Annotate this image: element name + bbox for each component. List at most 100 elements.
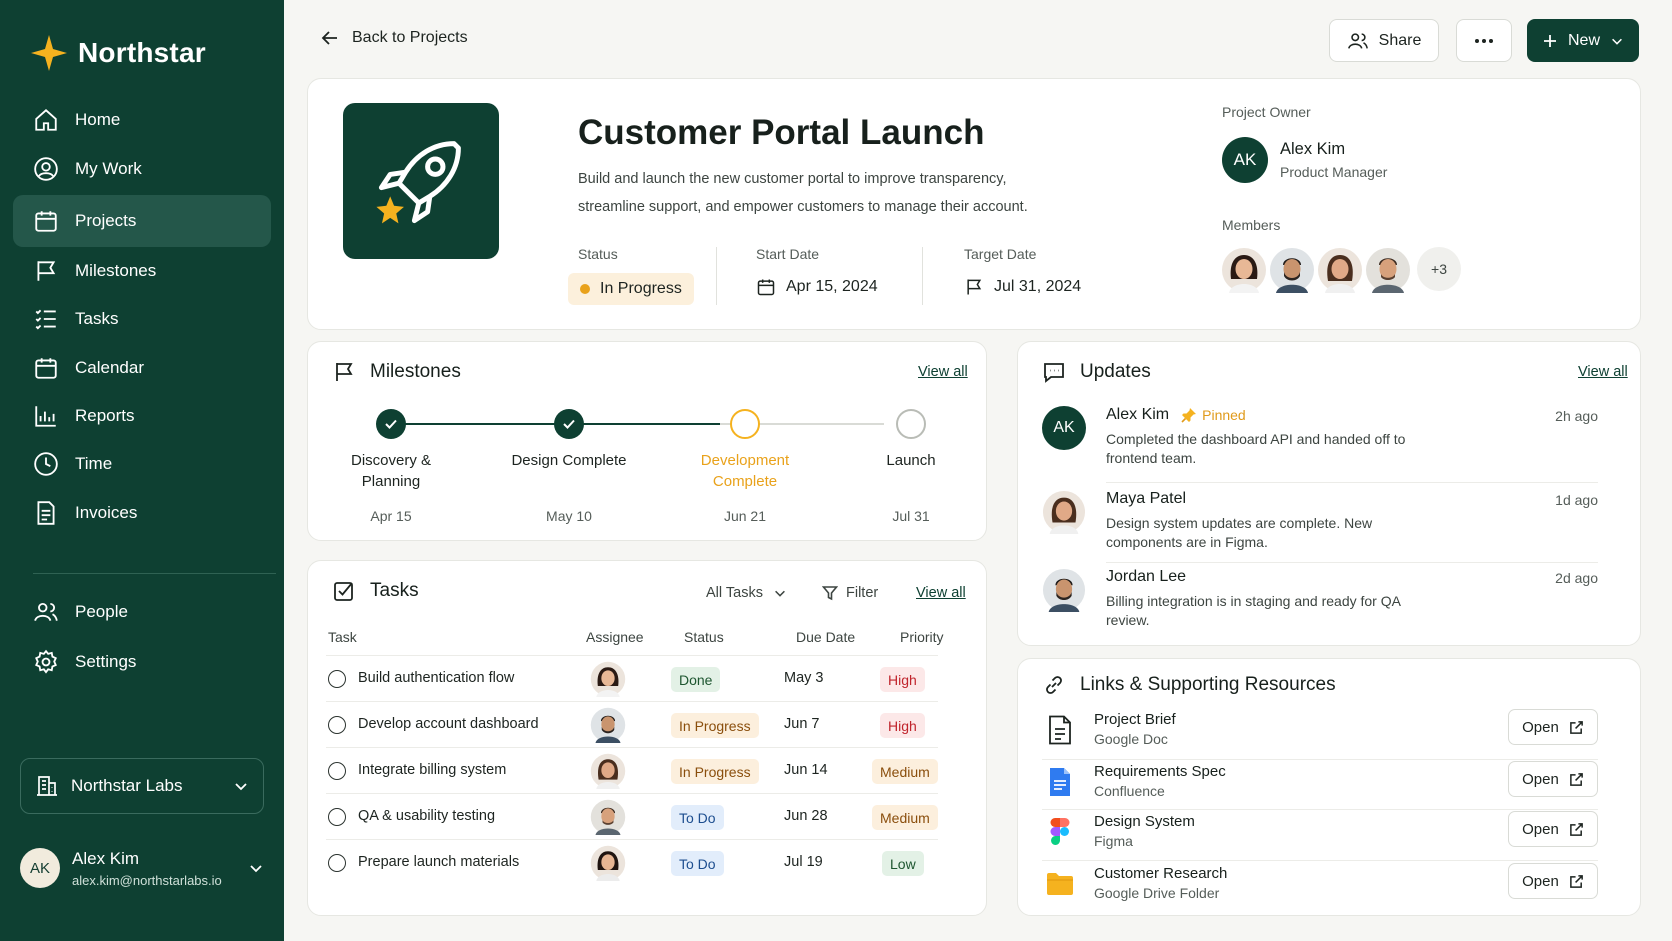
member-avatar[interactable] [1365,247,1411,293]
brand[interactable]: Northstar [30,34,206,72]
sidebar-item-label: Projects [75,211,137,230]
update-text: Completed the dashboard API and handed o… [1106,431,1406,466]
link-icon [1046,676,1062,694]
author-name: Jordan Lee [1106,568,1187,585]
resource-source: Google Doc [1094,731,1168,747]
new-button[interactable]: New [1527,19,1639,62]
resource-item[interactable]: Customer Research Google Drive Folder Op… [1042,861,1598,909]
share-button[interactable]: Share [1329,19,1439,62]
update-text: Design system updates are complete. New … [1106,515,1373,550]
update-item[interactable]: AK Alex Kim Pinned Completed the dashboa… [1042,406,1598,476]
sidebar-item-settings[interactable]: Settings [13,636,271,688]
status-badge: To Do [671,805,724,830]
milestones-title: Milestones [370,361,461,382]
sidebar-item-my-work[interactable]: My Work [13,143,271,195]
more-horizontal-icon [1475,38,1493,43]
invoice-icon [37,501,55,525]
sidebar-item-label: Tasks [75,309,119,328]
sidebar-item-label: Milestones [75,261,157,280]
arrow-left-icon [321,31,337,45]
task-name: Build authentication flow [358,670,515,686]
sidebar-item-label: Time [75,454,113,473]
task-filter-select[interactable]: All Tasks [706,585,787,601]
flag-icon [37,261,56,281]
due-date: Jul 19 [784,854,823,870]
open-resource-button[interactable]: Open [1508,709,1598,745]
milestones-card: Milestones View all Discovery & Planning… [307,341,987,541]
resource-name: Customer Research [1094,865,1228,882]
resource-name: Design System [1094,813,1195,830]
sidebar-item-time[interactable]: Time [13,438,271,490]
update-time: 2h ago [1555,408,1598,424]
task-name: QA & usability testing [358,808,496,824]
more-options-button[interactable] [1456,19,1512,62]
assignee-avatar [590,707,626,743]
sidebar-item-home[interactable]: Home [13,94,271,146]
sidebar: Northstar Home My Work Projects Mileston… [0,0,284,941]
table-row[interactable]: Develop account dashboard In Progress Ju… [326,701,938,747]
clock-icon [34,452,58,476]
task-filter-value: All Tasks [706,585,763,601]
milestones-view-all-link[interactable]: View all [918,364,968,380]
user-menu[interactable]: AK Alex Kim alex.kim@northstarlabs.io [20,838,264,898]
document-icon [1044,713,1076,747]
milestone-node-done[interactable] [376,409,406,439]
milestone-node-current[interactable] [730,409,760,439]
sidebar-item-tasks[interactable]: Tasks [13,293,271,345]
pinned-badge: Pinned [1181,407,1246,423]
column-header-assignee: Assignee [586,629,644,645]
member-avatar[interactable] [1269,247,1315,293]
milestone-node-upcoming[interactable] [896,409,926,439]
milestone-node-done[interactable] [554,409,584,439]
external-link-icon [1569,720,1583,734]
update-item[interactable]: Jordan Lee Billing integration is in sta… [1042,568,1598,638]
sidebar-item-projects[interactable]: Projects [13,195,271,247]
avatar: AK [20,848,60,888]
divider [922,247,923,305]
member-avatar[interactable] [1221,247,1267,293]
task-name: Prepare launch materials [358,854,520,870]
author-name: Alex Kim [1106,406,1170,423]
task-complete-checkbox[interactable] [328,808,346,826]
resource-item[interactable]: Design System Figma Open [1042,809,1598,857]
table-row[interactable]: Build authentication flow Done May 3 Hig… [326,655,938,701]
sidebar-item-invoices[interactable]: Invoices [13,487,271,539]
org-name: Northstar Labs [71,776,183,795]
filter-button[interactable]: Filter [822,585,878,601]
table-row[interactable]: QA & usability testing To Do Jun 28 Medi… [326,793,938,839]
open-resource-button[interactable]: Open [1508,863,1598,899]
members-more-count[interactable]: +3 [1417,247,1461,291]
column-header-task: Task [328,629,357,645]
column-header-status: Status [684,629,724,645]
member-avatar[interactable] [1317,247,1363,293]
tasks-view-all-link[interactable]: View all [916,585,966,601]
resource-item[interactable]: Project Brief Google Doc Open [1042,707,1598,755]
org-switcher[interactable]: Northstar Labs [20,758,264,814]
update-item[interactable]: Maya Patel Design system updates are com… [1042,490,1598,560]
milestone-date: Jun 21 [723,508,767,524]
gear-icon [35,649,57,674]
sidebar-item-reports[interactable]: Reports [13,390,271,442]
resource-item[interactable]: Requirements Spec Confluence Open [1042,759,1598,807]
sidebar-item-milestones[interactable]: Milestones [13,245,271,297]
list-icon [35,309,56,330]
share-label: Share [1378,31,1422,49]
sidebar-item-people[interactable]: People [13,586,271,638]
open-resource-button[interactable]: Open [1508,761,1598,797]
task-complete-checkbox[interactable] [328,670,346,688]
plus-icon [1543,34,1556,47]
star-logo-icon [31,35,67,71]
avatar [1042,490,1086,534]
open-resource-button[interactable]: Open [1508,811,1598,847]
sidebar-item-calendar[interactable]: Calendar [13,342,271,394]
updates-view-all-link[interactable]: View all [1578,364,1628,380]
tasks-title: Tasks [370,580,419,601]
owner-avatar[interactable]: AK [1222,137,1268,183]
back-to-projects-link[interactable]: Back to Projects [320,28,468,48]
table-row[interactable]: Integrate billing system In Progress Jun… [326,747,938,793]
resource-source: Google Drive Folder [1094,885,1220,901]
table-row[interactable]: Prepare launch materials To Do Jul 19 Lo… [326,839,938,885]
task-complete-checkbox[interactable] [328,716,346,734]
task-complete-checkbox[interactable] [328,854,346,872]
task-complete-checkbox[interactable] [328,762,346,780]
